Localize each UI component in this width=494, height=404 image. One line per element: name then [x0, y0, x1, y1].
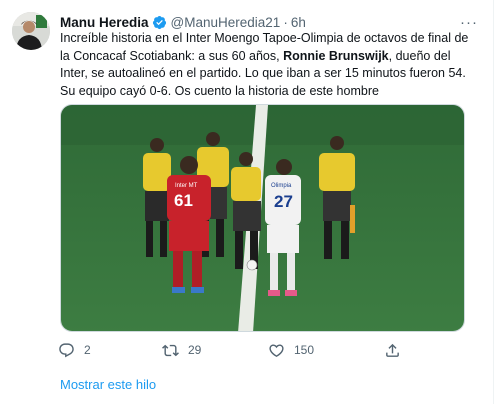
- share-button[interactable]: [384, 342, 401, 359]
- svg-text:Olimpia: Olimpia: [271, 183, 292, 189]
- show-thread-link[interactable]: Mostrar este hilo: [60, 377, 156, 392]
- more-icon[interactable]: ···: [459, 14, 479, 31]
- like-icon: [269, 343, 284, 357]
- svg-text:27: 27: [274, 192, 293, 211]
- separator-dot: ·: [283, 14, 288, 30]
- tweet-header: Manu Heredia @ManuHeredia21 · 6h ···: [60, 12, 479, 32]
- author-name[interactable]: Manu Heredia: [60, 15, 149, 30]
- avatar[interactable]: [12, 12, 50, 50]
- retweet-count: 29: [188, 343, 202, 357]
- like-count: 150: [294, 343, 315, 357]
- tweet-actions: 2 29 150: [58, 338, 418, 362]
- retweet-button[interactable]: 29: [162, 342, 201, 359]
- like-button[interactable]: 150: [268, 342, 314, 359]
- author-handle[interactable]: @ManuHeredia21: [171, 15, 281, 30]
- verified-badge-icon: [152, 15, 167, 30]
- reply-icon: [59, 342, 74, 357]
- reply-count: 2: [84, 343, 91, 357]
- reply-button[interactable]: 2: [58, 342, 91, 359]
- tweet[interactable]: Manu Heredia @ManuHeredia21 · 6h ··· Inc…: [0, 0, 494, 404]
- retweet-icon: [162, 344, 179, 356]
- svg-text:Inter MT: Inter MT: [175, 183, 198, 189]
- share-icon: [386, 343, 399, 357]
- tweet-text-bold[interactable]: Ronnie Brunswijk: [283, 49, 389, 63]
- tweet-text: Increíble historia en el Inter Moengo Ta…: [60, 30, 470, 100]
- tweet-photo[interactable]: Inter MT 61 Olimpia 27: [60, 104, 465, 332]
- svg-text:61: 61: [174, 191, 193, 210]
- tweet-timestamp[interactable]: 6h: [291, 15, 306, 30]
